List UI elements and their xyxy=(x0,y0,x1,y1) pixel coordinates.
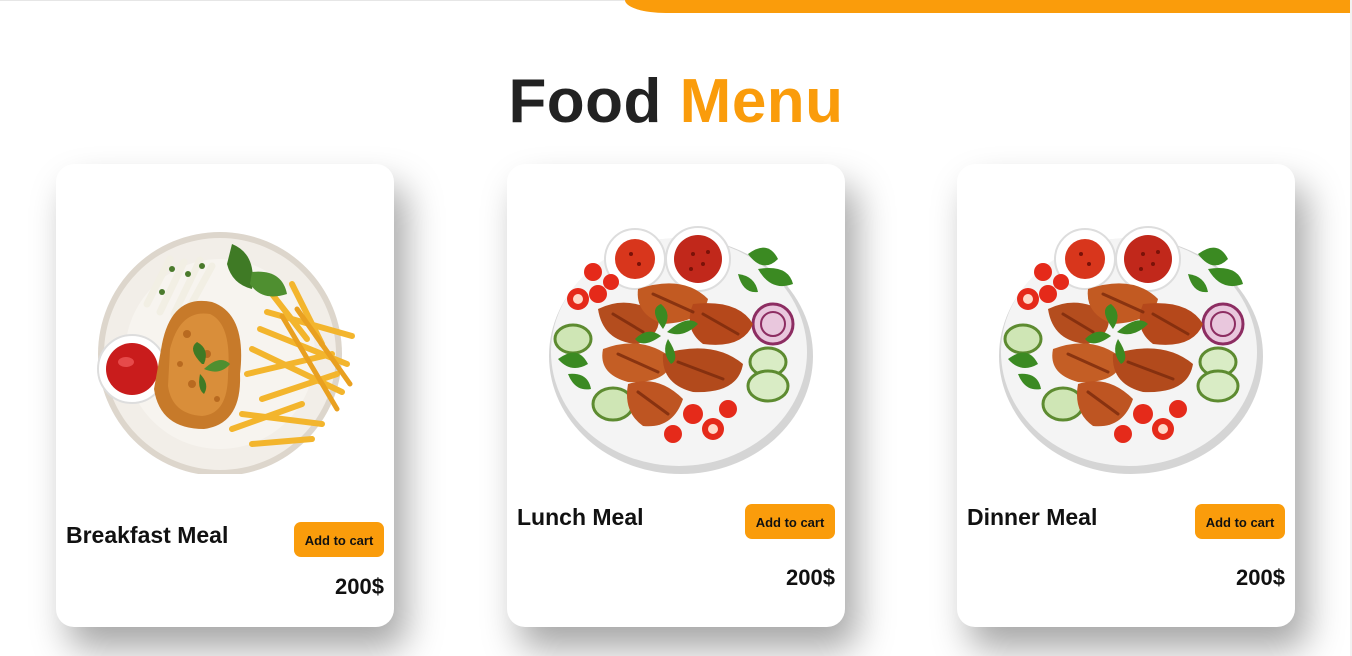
add-to-cart-button[interactable]: Add to cart xyxy=(1195,504,1285,539)
title-word-food: Food xyxy=(508,67,662,136)
menu-item-price: 200$ xyxy=(335,574,384,599)
add-to-cart-button[interactable]: Add to cart xyxy=(294,522,384,557)
menu-card-lunch: Lunch Meal Add to cart 200$ xyxy=(507,164,845,627)
page: Food Menu Breakfast Meal Add to cart 200… xyxy=(0,0,1352,656)
add-to-cart-button[interactable]: Add to cart xyxy=(745,504,835,539)
menu-card-breakfast: Breakfast Meal Add to cart 200$ xyxy=(56,164,394,627)
menu-item-price: 200$ xyxy=(1236,565,1285,590)
menu-item-name: Dinner Meal xyxy=(967,504,1098,530)
header-accent-bar xyxy=(625,0,1352,13)
menu-item-price: 200$ xyxy=(786,565,835,590)
menu-card-dinner: Dinner Meal Add to cart 200$ xyxy=(957,164,1295,627)
dinner-meal-image xyxy=(999,226,1263,474)
page-title: Food Menu xyxy=(0,66,1352,138)
menu-item-name: Lunch Meal xyxy=(517,504,644,530)
lunch-meal-image xyxy=(549,226,813,474)
breakfast-meal-image xyxy=(97,232,355,474)
menu-item-name: Breakfast Meal xyxy=(66,522,229,548)
title-word-menu: Menu xyxy=(679,67,844,136)
